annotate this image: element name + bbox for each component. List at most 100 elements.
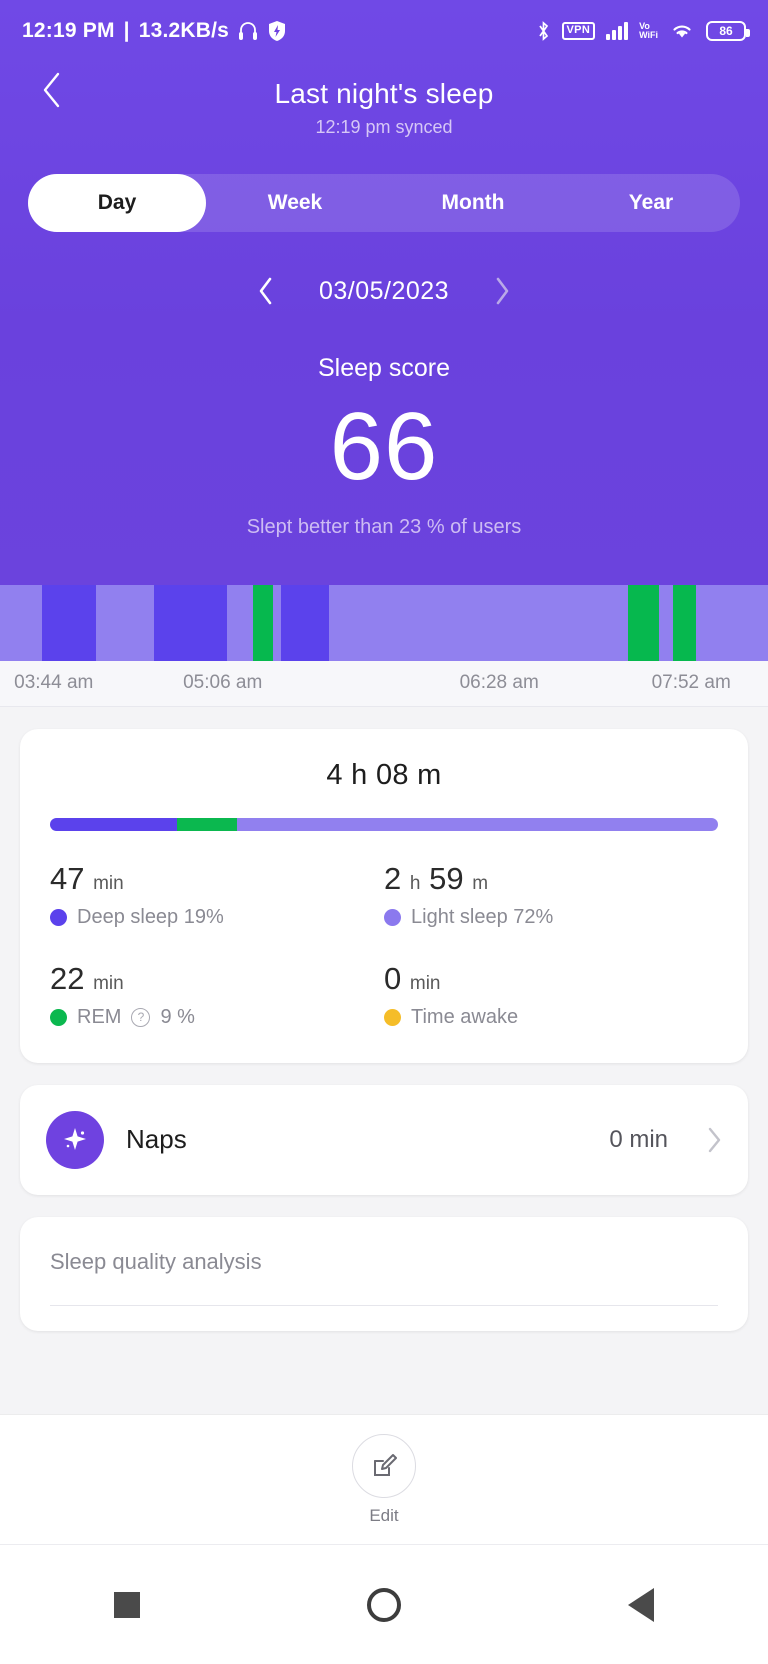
- bluetooth-icon: [538, 21, 548, 41]
- rem-percent-text: 9 %: [160, 1005, 195, 1028]
- triangle-back-icon[interactable]: [628, 1587, 655, 1622]
- status-separator: |: [123, 19, 130, 42]
- app-screen: 12:19 PM | 13.2KB/s VPN Vo WiFi 86 Last …: [0, 0, 768, 1664]
- wifi-icon: [673, 25, 691, 38]
- page-title: Last night's sleep: [274, 78, 494, 109]
- time-axis-label: 05:06 am: [183, 671, 263, 693]
- deep-sleep-label-text: Deep sleep 19%: [77, 905, 224, 928]
- sleep-score-title: Sleep score: [317, 354, 451, 382]
- light-sleep-hours-unit: h: [409, 872, 421, 894]
- chevron-right-icon: [496, 277, 509, 305]
- sleep-stage-segment-light: [273, 584, 282, 661]
- title-bar: Last night's sleep 12:19 pm synced: [0, 62, 768, 160]
- sleep-stage-chart[interactable]: [0, 584, 768, 661]
- sleep-quality-analysis-card[interactable]: Sleep quality analysis: [20, 1216, 748, 1331]
- awake-unit: min: [409, 972, 441, 994]
- stack-segment-deep-sleep: [50, 817, 177, 831]
- stack-segment-rem: [176, 817, 238, 831]
- back-chevron-icon: [43, 72, 60, 108]
- light-sleep-label-text: Light sleep 72%: [411, 905, 554, 928]
- tab-week[interactable]: Week: [206, 174, 384, 232]
- square-recents-icon[interactable]: [113, 1591, 140, 1618]
- sleep-duration-card: 4 h 08 m 47 min Deep sleep 19% 2 h 59 m: [20, 728, 748, 1063]
- current-date[interactable]: 03/05/2023: [319, 277, 449, 306]
- previous-day-button[interactable]: [249, 274, 283, 308]
- stat-light-sleep-value: 2 h 59 m: [384, 861, 718, 897]
- circle-home-icon[interactable]: [366, 1587, 401, 1622]
- stat-rem-value: 22 min: [50, 961, 384, 997]
- naps-value: 0 min: [609, 1125, 668, 1153]
- stat-deep-sleep-label: Deep sleep 19%: [50, 906, 384, 929]
- stat-awake-value: 0 min: [384, 961, 718, 997]
- stat-rem-sleep: 22 min REM ? 9 %: [50, 961, 384, 1029]
- battery-level: 86: [719, 24, 733, 38]
- awake-label-text: Time awake: [411, 1005, 519, 1028]
- battery-indicator: 86: [706, 21, 750, 41]
- light-sleep-color-dot: [384, 908, 401, 926]
- stack-segment-light-sleep: [237, 817, 718, 831]
- sleep-stage-segment-light: [0, 584, 43, 661]
- stat-rem-label: REM ? 9 %: [50, 1006, 384, 1029]
- time-axis-label: 07:52 am: [651, 671, 731, 693]
- naps-card[interactable]: Naps 0 min: [20, 1084, 748, 1195]
- volte-wifi-icon: Vo WiFi: [639, 22, 658, 40]
- sleep-stage-segment-deep: [281, 584, 329, 661]
- sleep-stage-segment-light: [226, 584, 254, 661]
- sleep-score-comparison: Slept better than 23 % of users: [246, 515, 522, 538]
- stat-light-sleep: 2 h 59 m Light sleep 72%: [384, 861, 718, 929]
- back-button[interactable]: [30, 68, 74, 112]
- sleep-stage-segment-deep: [153, 584, 227, 661]
- awake-color-dot: [384, 1008, 401, 1026]
- rem-number: 22: [50, 960, 85, 996]
- edit-bar[interactable]: Edit: [0, 1414, 768, 1544]
- tab-day[interactable]: Day: [28, 174, 206, 232]
- sleep-stage-segment-rem: [628, 584, 659, 661]
- sleep-stage-stacked-bar: [50, 817, 718, 831]
- vpn-badge: VPN: [561, 22, 596, 40]
- sleep-stage-segment-light: [328, 584, 629, 661]
- volte-line-2: WiFi: [639, 30, 658, 40]
- deep-sleep-unit: min: [93, 872, 124, 894]
- headset-icon: [239, 22, 258, 40]
- deep-sleep-color-dot: [50, 908, 67, 926]
- stat-deep-sleep: 47 min Deep sleep 19%: [50, 861, 384, 929]
- status-bar: 12:19 PM | 13.2KB/s VPN Vo WiFi 86: [0, 0, 768, 62]
- stat-deep-sleep-value: 47 min: [50, 861, 384, 897]
- naps-label: Naps: [126, 1124, 187, 1155]
- status-clock: 12:19 PM: [22, 19, 115, 42]
- stat-light-sleep-label: Light sleep 72%: [384, 906, 718, 929]
- sleep-chart-time-axis: 03:44 am 05:06 am 06:28 am 07:52 am: [0, 660, 768, 707]
- sleep-stage-stats-grid: 47 min Deep sleep 19% 2 h 59 m Light sle: [50, 861, 718, 1029]
- content-area: 4 h 08 m 47 min Deep sleep 19% 2 h 59 m: [0, 706, 768, 1331]
- rem-color-dot: [50, 1008, 67, 1026]
- sleep-stage-segment-light: [95, 584, 154, 661]
- sleep-score-value: 66: [329, 393, 439, 500]
- hero-section: 12:19 PM | 13.2KB/s VPN Vo WiFi 86 Last …: [0, 0, 768, 585]
- sleep-score-block: Sleep score 66 Slept better than 23 % of…: [0, 308, 768, 585]
- signal-bars-icon: [606, 22, 629, 40]
- sparkle-star-icon: [46, 1110, 104, 1169]
- edit-glyph: [374, 1453, 397, 1476]
- light-sleep-minutes-unit: m: [472, 872, 489, 894]
- status-bar-right: VPN Vo WiFi 86: [536, 20, 750, 42]
- deep-sleep-number: 47: [50, 860, 85, 896]
- sleep-stage-segment-rem: [253, 584, 274, 661]
- time-axis-label: 06:28 am: [459, 671, 539, 693]
- sleep-stage-segment-deep: [42, 584, 96, 661]
- help-circle-icon[interactable]: ?: [131, 1007, 151, 1027]
- stat-time-awake: 0 min Time awake: [384, 961, 718, 1029]
- tab-month[interactable]: Month: [384, 174, 562, 232]
- time-axis-label: 03:44 am: [14, 671, 94, 693]
- light-sleep-hours: 2: [384, 860, 402, 896]
- next-day-button[interactable]: [485, 274, 519, 308]
- edit-pencil-square-icon[interactable]: [352, 1433, 416, 1498]
- divider: [50, 1304, 718, 1306]
- shield-icon: [269, 21, 286, 41]
- edit-label: Edit: [369, 1505, 399, 1525]
- sleep-stage-segment-light: [658, 584, 673, 661]
- tab-year[interactable]: Year: [562, 174, 740, 232]
- period-tabs: Day Week Month Year: [28, 174, 740, 232]
- status-bar-left: 12:19 PM | 13.2KB/s: [22, 19, 287, 43]
- stat-awake-label: Time awake: [384, 1006, 718, 1029]
- sleep-quality-title: Sleep quality analysis: [50, 1248, 262, 1274]
